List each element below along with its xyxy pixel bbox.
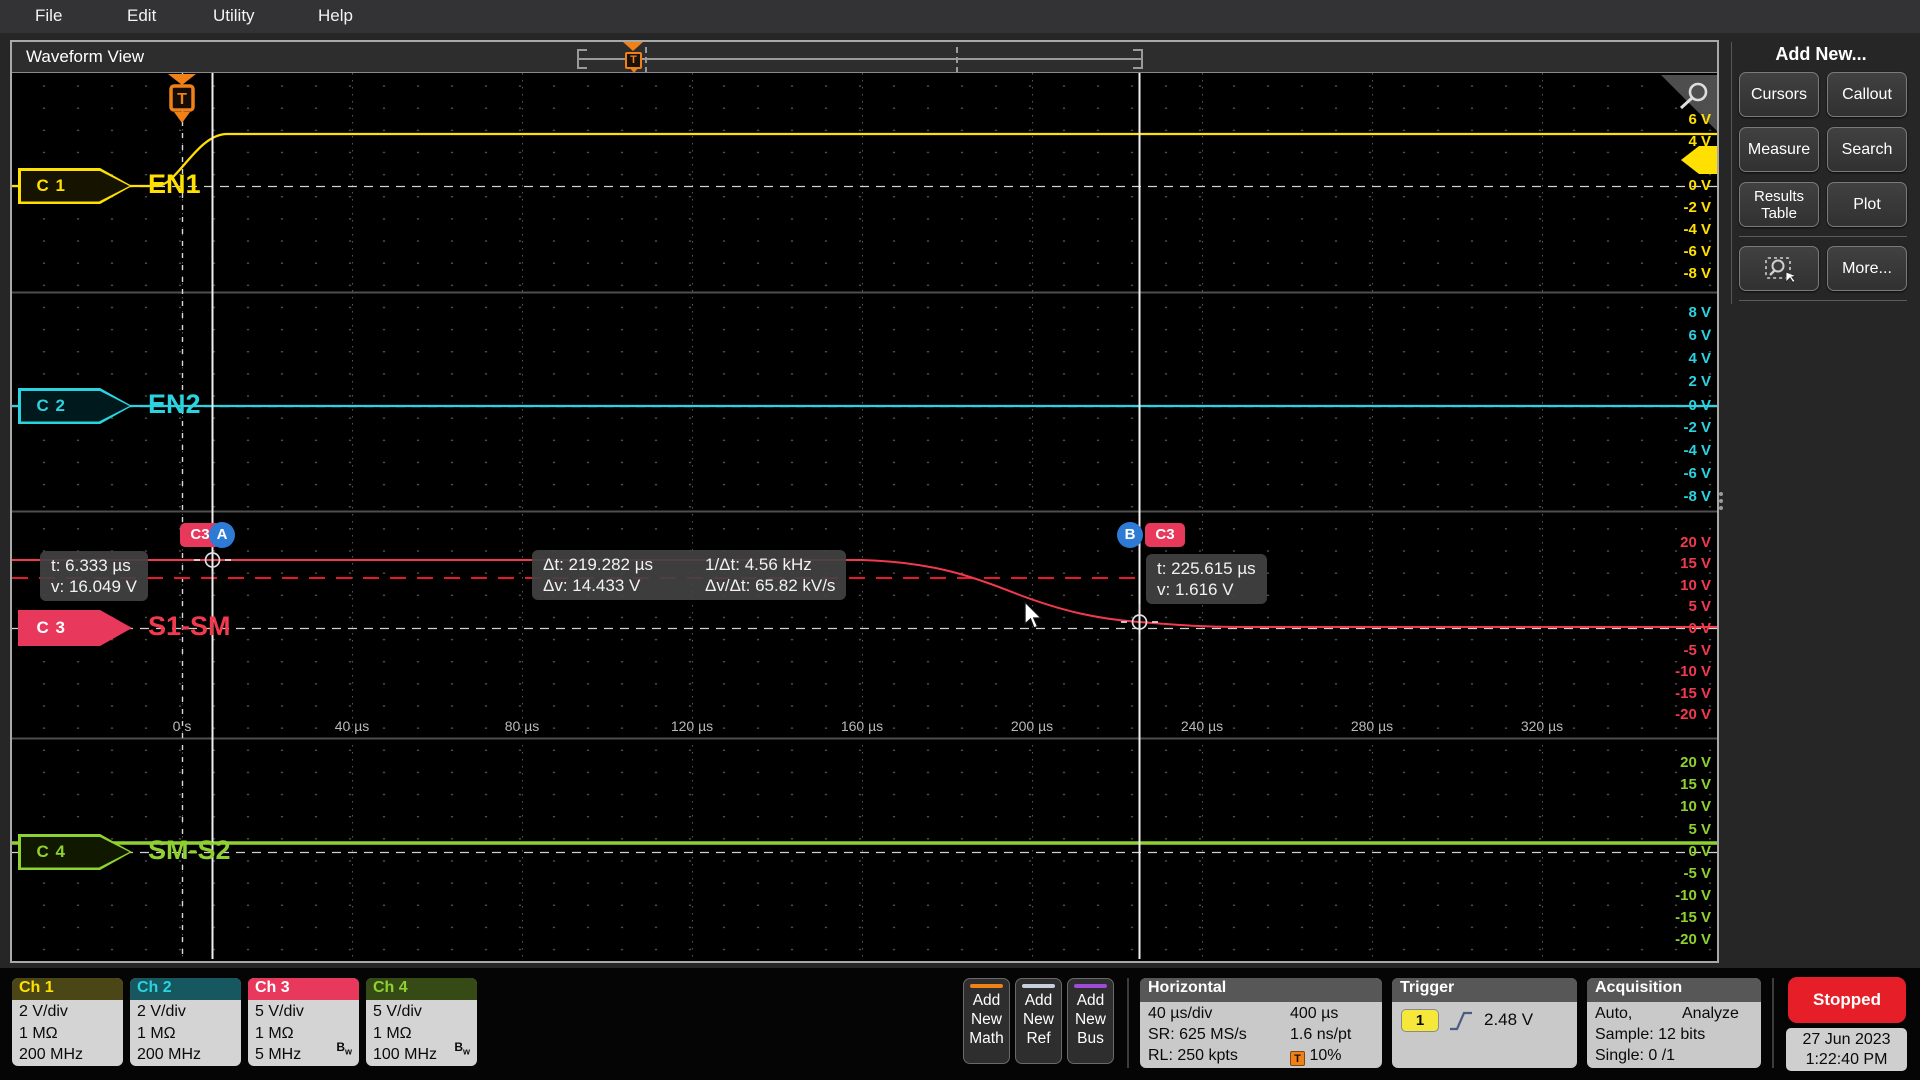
cursors-button[interactable]: Cursors — [1739, 72, 1819, 117]
ch3-badge[interactable]: C 3 — [18, 610, 132, 646]
zoom-box-button[interactable] — [1739, 246, 1819, 291]
ch2-label: EN2 — [148, 389, 201, 420]
menu-edit[interactable]: Edit — [127, 6, 156, 26]
zoom-box-icon — [1762, 255, 1796, 283]
more-button[interactable]: More... — [1827, 246, 1907, 291]
acquisition-panel[interactable]: Acquisition Auto, Analyze Sample: 12 bit… — [1587, 978, 1761, 1068]
trigger-position-flag-icon: T — [1290, 1051, 1305, 1066]
ch1-level-arrow-icon[interactable] — [1681, 146, 1717, 174]
horizontal-panel[interactable]: Horizontal 40 µs/div 400 µs SR: 625 MS/s… — [1140, 978, 1382, 1068]
channel-badge-2[interactable]: Ch 22 V/div1 MΩ200 MHz — [130, 978, 241, 1066]
channel-badge-3[interactable]: Ch 35 V/div1 MΩ5 MHzBw — [248, 978, 359, 1066]
trigger-panel[interactable]: Trigger 1 2.48 V — [1392, 978, 1577, 1068]
mouse-pointer-icon — [1024, 601, 1046, 636]
overview-window-left-bracket[interactable] — [577, 49, 587, 69]
bottom-divider-1 — [1127, 978, 1129, 1068]
channel-badge-4[interactable]: Ch 45 V/div1 MΩ100 MHzBw — [366, 978, 477, 1066]
ch1-label: EN1 — [148, 169, 201, 200]
results-table-button[interactable]: Results Table — [1739, 182, 1819, 227]
ch1-badge[interactable]: C 1 — [18, 168, 132, 204]
right-panel-divider — [1739, 236, 1907, 237]
search-button[interactable]: Search — [1827, 127, 1907, 172]
add-new-title: Add New... — [1727, 44, 1915, 65]
ch3-trace — [12, 560, 1717, 627]
overview-expansion-line — [645, 47, 647, 73]
menu-file[interactable]: File — [35, 6, 62, 26]
waveform-grid[interactable]: T 6 V4 V0 V-2 V-4 V-6 V-8 V8 V6 V4 V2 V0… — [12, 72, 1717, 961]
ch1-trace — [12, 134, 1717, 186]
rising-edge-icon — [1448, 1010, 1474, 1032]
right-panel-divider-2 — [1739, 300, 1907, 301]
slice-separators — [12, 293, 1717, 739]
time-label: 1:22:40 PM — [1786, 1050, 1907, 1070]
cursor-a-readout: t: 6.333 µs v: 16.049 V — [40, 551, 148, 601]
bandwidth-limit-icon: Bw — [454, 1037, 470, 1063]
datetime-box: 27 Jun 2023 1:22:40 PM — [1786, 1028, 1907, 1071]
menu-utility[interactable]: Utility — [213, 6, 255, 26]
trigger-flag-icon[interactable]: T — [168, 74, 196, 123]
trigger-level: 2.48 V — [1484, 1010, 1533, 1030]
callout-button[interactable]: Callout — [1827, 72, 1907, 117]
trigger-position-percent: 10% — [1309, 1047, 1341, 1064]
channel-position-lines — [12, 187, 1717, 853]
right-panel-edge — [1731, 42, 1732, 304]
waveform-view-header: Waveform View T — [12, 42, 1717, 72]
channel-badge-1[interactable]: Ch 12 V/div1 MΩ200 MHz — [12, 978, 123, 1066]
overview-trigger-flag-icon[interactable]: T — [625, 52, 642, 69]
cursor-delta-readout: Δt: 219.282 µs1/Δt: 4.56 kHz Δv: 14.433 … — [532, 550, 846, 600]
date-label: 27 Jun 2023 — [1786, 1030, 1907, 1050]
panel-resize-handle[interactable] — [1719, 492, 1723, 510]
ch3-label: S1-SM — [148, 611, 231, 642]
overview-window-right-bracket[interactable] — [1133, 49, 1143, 69]
ch4-badge[interactable]: C 4 — [18, 834, 132, 870]
overview-expansion-line-2 — [956, 47, 958, 73]
measure-button[interactable]: Measure — [1739, 127, 1819, 172]
cursor-a-badge[interactable]: A — [209, 522, 235, 548]
trigger-source-badge: 1 — [1401, 1009, 1439, 1032]
waveform-view-panel: Waveform View T — [10, 40, 1719, 963]
grid-major-vlines — [183, 73, 1543, 959]
menu-help[interactable]: Help — [318, 6, 353, 26]
menu-bar: File Edit Utility Help — [0, 0, 1920, 33]
bandwidth-limit-icon: Bw — [336, 1037, 352, 1063]
overview-record-line — [577, 58, 1143, 60]
horizontal-overview-bar[interactable]: T — [577, 47, 1143, 71]
bottom-divider-2 — [1772, 978, 1774, 1068]
svg-text:T: T — [177, 91, 187, 108]
zoom-corner-flap-icon[interactable] — [1661, 75, 1717, 131]
cursor-b-readout: t: 225.615 µs v: 1.616 V — [1146, 554, 1267, 604]
ch2-badge[interactable]: C 2 — [18, 388, 132, 424]
add-new-bus-button[interactable]: AddNewBus — [1067, 978, 1114, 1064]
add-new-math-button[interactable]: AddNewMath — [963, 978, 1010, 1064]
waveform-view-title: Waveform View — [26, 47, 144, 67]
ch4-label: SM-S2 — [148, 835, 231, 866]
run-stop-status-button[interactable]: Stopped — [1788, 977, 1906, 1023]
overview-trigger-caret-icon — [623, 42, 643, 51]
plot-button[interactable]: Plot — [1827, 182, 1907, 227]
cursor-b-badge[interactable]: B — [1117, 522, 1143, 548]
add-new-ref-button[interactable]: AddNewRef — [1015, 978, 1062, 1064]
cursor-b-source-badge[interactable]: C3 — [1145, 523, 1185, 547]
bottom-status-bar: Ch 12 V/div1 MΩ200 MHzCh 22 V/div1 MΩ200… — [0, 968, 1920, 1080]
